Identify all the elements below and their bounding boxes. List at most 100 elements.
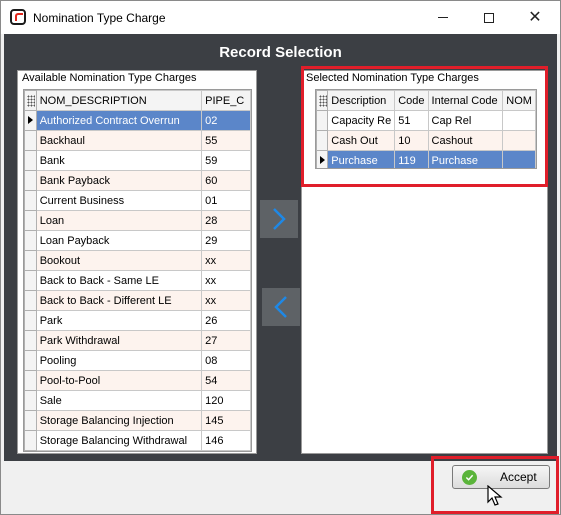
- row-indicator[interactable]: [24, 370, 37, 391]
- cell-nom-description[interactable]: Current Business: [35, 190, 203, 211]
- column-header-code[interactable]: Code: [394, 90, 429, 111]
- cell-code[interactable]: 119: [394, 150, 429, 168]
- maximize-button[interactable]: [466, 1, 512, 34]
- row-indicator[interactable]: [24, 270, 37, 291]
- cell-description[interactable]: Capacity Re: [327, 110, 396, 131]
- table-row[interactable]: Pool-to-Pool 54: [24, 370, 251, 391]
- column-header-description[interactable]: Description: [327, 90, 396, 111]
- selected-grid[interactable]: Description Code Internal Code NOM Capac…: [315, 89, 537, 169]
- cell-pipe-code[interactable]: 26: [201, 310, 251, 331]
- cell-pipe-code[interactable]: 145: [201, 410, 251, 431]
- cell-nom-description[interactable]: Loan Payback: [35, 230, 203, 251]
- cell-pipe-code[interactable]: 54: [201, 370, 251, 391]
- cell-nom-description[interactable]: Bank Payback: [35, 170, 203, 191]
- cell-pipe-code[interactable]: xx: [201, 250, 251, 271]
- row-indicator[interactable]: [24, 150, 37, 171]
- cell-pipe-code[interactable]: 59: [201, 150, 251, 171]
- cell-code[interactable]: 51: [394, 110, 429, 131]
- cell-nom-description[interactable]: Authorized Contract Overrun: [35, 110, 203, 131]
- cell-nom-description[interactable]: Back to Back - Same LE: [35, 270, 203, 291]
- cell-internal-code[interactable]: Cap Rel: [427, 110, 504, 131]
- cell-pipe-code[interactable]: xx: [201, 290, 251, 311]
- close-button[interactable]: ✕: [512, 1, 558, 34]
- table-row[interactable]: Bank Payback 60: [24, 170, 251, 191]
- table-row[interactable]: Backhaul 55: [24, 130, 251, 151]
- table-row[interactable]: Back to Back - Different LE xx: [24, 290, 251, 311]
- move-right-button[interactable]: [260, 200, 298, 238]
- cell-internal-code[interactable]: Purchase: [427, 150, 504, 168]
- row-indicator[interactable]: [24, 170, 37, 191]
- row-indicator[interactable]: [24, 250, 37, 271]
- minimize-button[interactable]: [420, 1, 466, 34]
- cell-pipe-code[interactable]: 55: [201, 130, 251, 151]
- table-row[interactable]: Capacity Re 51 Cap Rel: [316, 110, 536, 131]
- row-indicator[interactable]: [316, 150, 329, 168]
- row-indicator[interactable]: [24, 330, 37, 351]
- row-indicator[interactable]: [24, 430, 37, 451]
- table-row[interactable]: Current Business 01: [24, 190, 251, 211]
- table-row[interactable]: Bookout xx: [24, 250, 251, 271]
- table-row[interactable]: Loan 28: [24, 210, 251, 231]
- row-indicator[interactable]: [24, 290, 37, 311]
- table-row[interactable]: Storage Balancing Withdrawal 146: [24, 430, 251, 451]
- table-row[interactable]: Bank 59: [24, 150, 251, 171]
- row-indicator[interactable]: [24, 350, 37, 371]
- table-row[interactable]: Purchase 119 Purchase: [316, 150, 536, 168]
- table-row[interactable]: Loan Payback 29: [24, 230, 251, 251]
- cell-nom-description[interactable]: Storage Balancing Injection: [35, 410, 203, 431]
- cell-pipe-code[interactable]: 27: [201, 330, 251, 351]
- row-indicator[interactable]: [316, 110, 329, 131]
- row-indicator[interactable]: [24, 310, 37, 331]
- cell-pipe-code[interactable]: 29: [201, 230, 251, 251]
- column-header-nom-description[interactable]: NOM_DESCRIPTION: [35, 90, 203, 111]
- table-row[interactable]: Park Withdrawal 27: [24, 330, 251, 351]
- table-row[interactable]: Authorized Contract Overrun 02: [24, 110, 251, 131]
- cell-nom-description[interactable]: Loan: [35, 210, 203, 231]
- row-indicator[interactable]: [24, 390, 37, 411]
- cell-nom[interactable]: [502, 130, 536, 151]
- column-header-internal-code[interactable]: Internal Code: [427, 90, 504, 111]
- cell-nom-description[interactable]: Storage Balancing Withdrawal: [35, 430, 203, 451]
- cell-pipe-code[interactable]: 01: [201, 190, 251, 211]
- row-indicator[interactable]: [24, 190, 37, 211]
- cell-nom-description[interactable]: Bookout: [35, 250, 203, 271]
- row-indicator[interactable]: [24, 230, 37, 251]
- column-header-pipe-code[interactable]: PIPE_C: [201, 90, 251, 111]
- cell-description[interactable]: Purchase: [327, 150, 396, 168]
- table-row[interactable]: Cash Out 10 Cashout: [316, 130, 536, 151]
- cell-pipe-code[interactable]: 120: [201, 390, 251, 411]
- cell-description[interactable]: Cash Out: [327, 130, 396, 151]
- row-indicator[interactable]: [24, 110, 37, 131]
- cell-nom-description[interactable]: Park: [35, 310, 203, 331]
- cell-nom-description[interactable]: Park Withdrawal: [35, 330, 203, 351]
- table-row[interactable]: Sale 120: [24, 390, 251, 411]
- cell-pipe-code[interactable]: 60: [201, 170, 251, 191]
- cell-nom-description[interactable]: Backhaul: [35, 130, 203, 151]
- cell-internal-code[interactable]: Cashout: [427, 130, 504, 151]
- row-indicator[interactable]: [24, 210, 37, 231]
- available-grid[interactable]: NOM_DESCRIPTION PIPE_C Authorized Contra…: [23, 89, 252, 452]
- cell-nom-description[interactable]: Sale: [35, 390, 203, 411]
- cell-nom[interactable]: [502, 150, 536, 168]
- row-indicator[interactable]: [24, 410, 37, 431]
- table-row[interactable]: Pooling 08: [24, 350, 251, 371]
- cell-nom-description[interactable]: Back to Back - Different LE: [35, 290, 203, 311]
- row-indicator[interactable]: [24, 130, 37, 151]
- cell-pipe-code[interactable]: 28: [201, 210, 251, 231]
- cell-pipe-code[interactable]: 02: [201, 110, 251, 131]
- title-bar[interactable]: Nomination Type Charge ✕: [1, 1, 560, 34]
- cell-pipe-code[interactable]: xx: [201, 270, 251, 291]
- row-indicator[interactable]: [316, 130, 329, 151]
- cell-code[interactable]: 10: [394, 130, 429, 151]
- table-row[interactable]: Park 26: [24, 310, 251, 331]
- cell-nom-description[interactable]: Bank: [35, 150, 203, 171]
- column-header-nom[interactable]: NOM: [502, 90, 536, 111]
- table-row[interactable]: Storage Balancing Injection 145: [24, 410, 251, 431]
- cell-nom-description[interactable]: Pool-to-Pool: [35, 370, 203, 391]
- move-left-button[interactable]: [262, 288, 300, 326]
- cell-nom-description[interactable]: Pooling: [35, 350, 203, 371]
- cell-pipe-code[interactable]: 08: [201, 350, 251, 371]
- cell-pipe-code[interactable]: 146: [201, 430, 251, 451]
- cell-nom[interactable]: [502, 110, 536, 131]
- table-row[interactable]: Back to Back - Same LE xx: [24, 270, 251, 291]
